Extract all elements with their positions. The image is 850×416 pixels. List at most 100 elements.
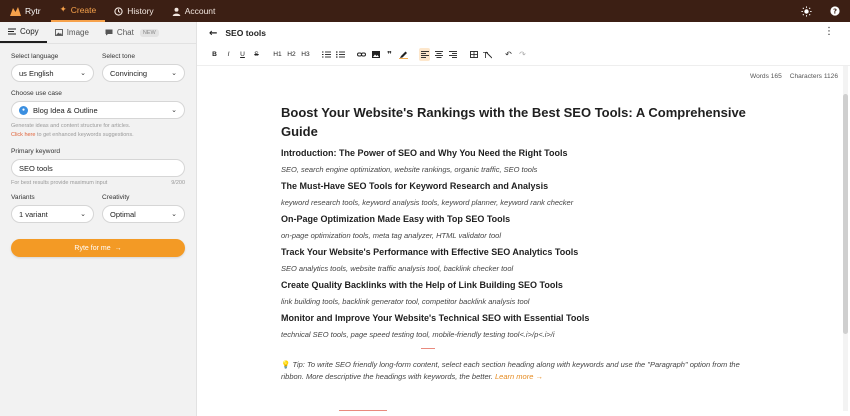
section-keywords: on-page optimization tools, meta tag ana…: [281, 231, 501, 240]
align-center-icon[interactable]: [433, 48, 444, 61]
section-divider: [421, 348, 435, 349]
section-keywords: link building tools, backlink generator …: [281, 297, 530, 306]
word-counts: Words 165 Characters 1126: [750, 73, 838, 80]
tab-image[interactable]: Image: [47, 22, 97, 43]
underline-button[interactable]: U: [237, 48, 248, 61]
quote-icon[interactable]: ❞: [384, 48, 395, 61]
strikethrough-button[interactable]: S: [251, 48, 262, 61]
usecase-label: Choose use case: [11, 90, 62, 97]
nav-history-label: History: [127, 6, 154, 16]
character-count: Characters 1126: [789, 73, 838, 80]
enhanced-keywords-link[interactable]: Click here: [11, 132, 35, 138]
section-keywords: SEO analytics tools, website traffic ana…: [281, 264, 514, 273]
nav-account[interactable]: Account: [163, 0, 225, 22]
tone-select[interactable]: Convincing ⌄: [102, 64, 185, 82]
section-heading: Monitor and Improve Your Website's Techn…: [281, 313, 590, 323]
language-select[interactable]: us English ⌄: [11, 64, 94, 82]
italic-button[interactable]: I: [223, 48, 234, 61]
chat-icon: [105, 29, 113, 36]
doc-header: ← SEO tools: [197, 22, 850, 44]
svg-text:?: ?: [833, 8, 837, 16]
nav-create-label: Create: [70, 5, 97, 15]
section-keywords: keyword research tools, keyword analysis…: [281, 198, 574, 207]
tip-text: 💡 Tip: To write SEO friendly long-form c…: [281, 359, 751, 383]
redo-icon[interactable]: ↷: [517, 48, 528, 61]
tab-chat-label: Chat: [116, 28, 134, 37]
rytr-logo-icon: [10, 6, 21, 16]
section-heading: On-Page Optimization Made Easy with Top …: [281, 214, 511, 224]
tab-chat[interactable]: Chat NEW: [97, 22, 167, 43]
new-badge: NEW: [139, 28, 159, 37]
tab-copy-label: Copy: [20, 27, 39, 36]
chevron-down-icon: ⌄: [171, 70, 177, 77]
image-icon: [54, 29, 63, 36]
learn-more-link[interactable]: Learn more →: [495, 372, 543, 381]
bullet-list-icon[interactable]: [335, 48, 346, 61]
clear-format-icon[interactable]: T: [482, 48, 493, 61]
section-keywords: technical SEO tools, page speed testing …: [281, 330, 555, 339]
section-heading: Track Your Website's Performance with Ef…: [281, 247, 579, 257]
editor: ← SEO tools ⋮ B I U S H1 H2 H3 ❞ T ↶ ↷ W…: [197, 22, 850, 416]
tone-label: Select tone: [102, 53, 135, 60]
align-right-icon[interactable]: [447, 48, 458, 61]
sidebar-tabs: Copy Image Chat NEW: [0, 22, 196, 44]
creativity-value: Optimal: [110, 209, 136, 219]
tab-image-label: Image: [66, 28, 89, 37]
sun-icon[interactable]: [801, 5, 812, 17]
variants-label: Variants: [11, 194, 35, 201]
word-count: Words 165: [749, 73, 782, 80]
section-heading: Introduction: The Power of SEO and Why Y…: [281, 148, 568, 158]
h1-button[interactable]: H1: [272, 48, 283, 61]
svg-text:T: T: [483, 51, 488, 59]
section-heading: Create Quality Backlinks with the Help o…: [281, 280, 563, 290]
scrollbar-thumb[interactable]: [843, 94, 848, 334]
numbered-list-icon[interactable]: [321, 48, 332, 61]
ryte-for-me-button[interactable]: Ryte for me →: [11, 239, 185, 257]
brand-name: Rytr: [25, 6, 41, 16]
clock-icon: [114, 6, 123, 16]
idea-icon: ●: [19, 105, 28, 115]
nav-create[interactable]: ✦ Create: [50, 0, 106, 22]
lightbulb-icon: 💡: [281, 360, 291, 369]
language-label: Select language: [11, 53, 59, 60]
section-keywords: SEO, search engine optimization, website…: [281, 165, 538, 174]
image-insert-icon[interactable]: [370, 48, 381, 61]
bottom-divider: [339, 410, 387, 411]
sparkle-icon: ✦: [59, 5, 67, 15]
h3-button[interactable]: H3: [300, 48, 311, 61]
usecase-link-rest: to get enhanced keywords suggestions.: [35, 132, 134, 138]
creativity-select[interactable]: Optimal ⌄: [102, 205, 185, 223]
sidebar: Copy Image Chat NEW Select language us E…: [0, 22, 197, 416]
highlight-pen-icon[interactable]: [398, 48, 409, 61]
top-nav: Rytr ✦ Create History Account ?: [0, 0, 850, 22]
align-left-icon[interactable]: [419, 48, 430, 61]
tone-value: Convincing: [110, 68, 148, 78]
ryte-button-label: Ryte for me: [74, 244, 111, 252]
table-icon[interactable]: [468, 48, 479, 61]
keyword-value: SEO tools: [19, 163, 53, 173]
user-icon: [172, 7, 181, 16]
keyword-label: Primary keyword: [11, 148, 61, 155]
usecase-value: Blog Idea & Outline: [33, 105, 98, 115]
brand[interactable]: Rytr: [0, 0, 51, 22]
arrow-left-icon[interactable]: ←: [209, 28, 217, 39]
creativity-label: Creativity: [102, 194, 130, 201]
chevron-down-icon: ⌄: [171, 211, 177, 218]
nav-account-label: Account: [184, 6, 216, 16]
usecase-hint-text: Generate ideas and content structure for…: [11, 123, 131, 129]
h2-button[interactable]: H2: [286, 48, 297, 61]
link-icon[interactable]: [356, 48, 367, 61]
variants-select[interactable]: 1 variant ⌄: [11, 205, 94, 223]
nav-history[interactable]: History: [105, 0, 162, 22]
doc-title[interactable]: SEO tools: [225, 28, 266, 38]
bold-button[interactable]: B: [209, 48, 220, 61]
help-icon[interactable]: ?: [830, 6, 840, 16]
keyword-input[interactable]: SEO tools: [11, 159, 185, 177]
usecase-select[interactable]: ● Blog Idea & Outline ⌄: [11, 101, 185, 119]
document-title: Boost Your Website's Rankings with the B…: [281, 105, 746, 139]
tab-copy[interactable]: Copy: [0, 22, 47, 43]
more-options-icon[interactable]: ⋮: [824, 26, 834, 37]
undo-icon[interactable]: ↶: [503, 48, 514, 61]
chevron-down-icon: ⌄: [171, 107, 177, 114]
document-content[interactable]: Boost Your Website's Rankings with the B…: [281, 103, 751, 383]
